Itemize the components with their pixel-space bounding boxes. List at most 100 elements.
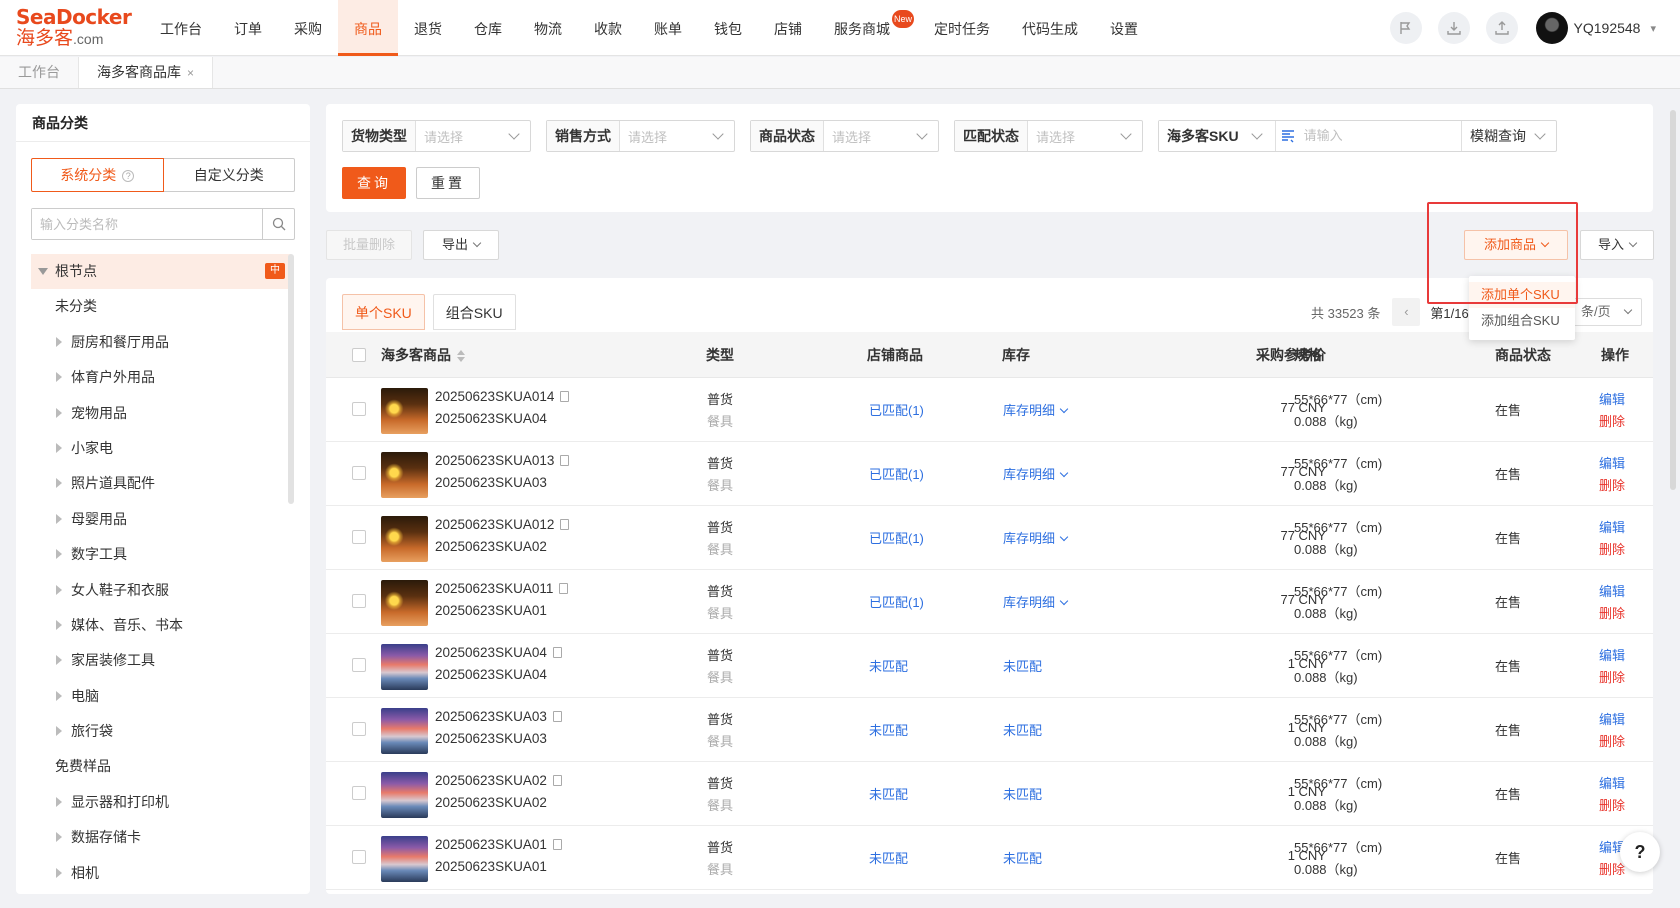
nav-item[interactable]: 店铺 [758,0,818,56]
product-thumbnail[interactable] [381,580,428,626]
delete-link[interactable]: 删除 [1599,411,1625,430]
tree-item[interactable]: 宠物用品 [31,396,291,431]
delete-link[interactable]: 删除 [1599,603,1625,622]
product-thumbnail[interactable] [381,388,428,434]
store-match-link[interactable]: 已匹配(1) [869,464,924,483]
copy-icon[interactable] [560,391,570,402]
category-search-input[interactable] [32,209,262,239]
delete-link[interactable]: 删除 [1599,667,1625,686]
close-icon[interactable]: × [187,66,194,80]
caret-right-icon[interactable] [56,584,62,595]
caret-down-icon[interactable] [38,268,48,275]
copy-icon[interactable] [560,455,570,466]
row-checkbox[interactable] [352,722,366,736]
tree-root[interactable]: 根节点 中 [31,254,291,290]
tree-item[interactable]: 体育户外用品 [31,360,291,395]
system-category-tab[interactable]: 系统分类? [31,158,164,192]
delete-link[interactable]: 删除 [1599,859,1625,878]
chevron-down-icon[interactable]: ▾ [1650,22,1656,35]
sku-code[interactable]: 20250623SKUA03 [435,709,562,724]
product-thumbnail[interactable] [381,516,428,562]
search-icon[interactable] [262,209,294,239]
tree-item[interactable]: 电脑 [31,679,291,714]
delete-link[interactable]: 删除 [1599,475,1625,494]
brand-logo[interactable]: SeaDocker 海多客.com [0,7,132,48]
nav-item[interactable]: 订单 [218,0,278,56]
tree-item[interactable]: 厨房和餐厅用品 [31,325,291,360]
row-checkbox[interactable] [352,850,366,864]
copy-icon[interactable] [552,839,562,850]
caret-right-icon[interactable] [56,726,62,737]
sku-code[interactable]: 20250623SKUA011 [435,581,569,596]
tree-item[interactable]: 相机 [31,856,291,891]
dropdown-item[interactable]: 添加单个SKU [1469,282,1575,308]
nav-item[interactable]: 退货 [398,0,458,56]
caret-right-icon[interactable] [56,690,62,701]
store-match-link[interactable]: 未匹配 [869,784,908,803]
sale-method-filter[interactable]: 销售方式 请选择 [546,120,735,152]
select-all-checkbox[interactable] [352,348,366,362]
tree-item[interactable]: 显示器和打印机 [31,785,291,820]
nav-item[interactable]: 设置 [1094,0,1154,56]
nav-item[interactable]: 代码生成 [1006,0,1094,56]
help-button[interactable]: ? [1620,832,1660,872]
list-icon[interactable] [1276,129,1300,143]
subtab[interactable]: 组合SKU [432,294,516,330]
product-thumbnail[interactable] [381,644,428,690]
match-mode-select[interactable]: 模糊查询 [1462,126,1556,146]
add-product-button[interactable]: 添加商品 [1464,230,1568,260]
nav-item[interactable]: 账单 [638,0,698,56]
sku-code[interactable]: 20250623SKUA02 [435,773,562,788]
stock-link[interactable]: 未匹配 [1003,720,1042,739]
caret-right-icon[interactable] [56,867,62,878]
caret-right-icon[interactable] [56,442,62,453]
nav-item[interactable]: 工作台 [144,0,218,56]
caret-right-icon[interactable] [56,832,62,843]
caret-right-icon[interactable] [56,407,62,418]
cargo-type-filter[interactable]: 货物类型 请选择 [342,120,531,152]
batch-delete-button[interactable]: 批量删除 [326,230,412,260]
delete-link[interactable]: 删除 [1599,795,1625,814]
sort-icon[interactable] [457,350,465,363]
tree-item[interactable]: 媒体、音乐、书本 [31,608,291,643]
sku-code[interactable]: 20250623SKUA04 [435,645,562,660]
copy-icon[interactable] [552,711,562,722]
language-badge[interactable]: 中 [265,263,285,279]
store-match-link[interactable]: 已匹配(1) [869,528,924,547]
caret-right-icon[interactable] [56,372,62,383]
product-thumbnail[interactable] [381,836,428,882]
nav-item[interactable]: 定时任务 [918,0,1006,56]
stock-link[interactable]: 未匹配 [1003,848,1042,867]
tree-item[interactable]: 未分类 [31,289,291,324]
reset-button[interactable]: 重置 [416,167,480,199]
edit-link[interactable]: 编辑 [1599,453,1625,472]
row-checkbox[interactable] [352,658,366,672]
row-checkbox[interactable] [352,786,366,800]
sku-code[interactable]: 20250623SKUA014 [435,389,570,404]
product-thumbnail[interactable] [381,708,428,754]
nav-item[interactable]: 仓库 [458,0,518,56]
caret-right-icon[interactable] [56,796,62,807]
upload-icon[interactable] [1485,12,1518,44]
custom-category-tab[interactable]: 自定义分类 [163,158,295,192]
edit-link[interactable]: 编辑 [1599,517,1625,536]
row-checkbox[interactable] [352,402,366,416]
tree-item[interactable]: 旅行袋 [31,714,291,749]
product-status-filter[interactable]: 商品状态 请选择 [750,120,939,152]
edit-link[interactable]: 编辑 [1599,645,1625,664]
page-tab[interactable]: 海多客商品库 × [79,57,214,88]
sku-code[interactable]: 20250623SKUA01 [435,837,562,852]
caret-right-icon[interactable] [56,619,62,630]
copy-icon[interactable] [552,775,562,786]
tree-item[interactable]: 家居装修工具 [31,643,291,678]
page-scrollbar[interactable] [1670,110,1676,490]
stock-link[interactable]: 未匹配 [1003,656,1042,675]
page-size-select[interactable]: 条/页 [1572,298,1642,326]
nav-item[interactable]: 钱包 [698,0,758,56]
store-match-link[interactable]: 已匹配(1) [869,592,924,611]
copy-icon[interactable] [552,647,562,658]
nav-item[interactable]: 物流 [518,0,578,56]
stock-link[interactable]: 库存明细 [1003,400,1069,419]
export-button[interactable]: 导出 [423,230,499,260]
tree-item[interactable]: 母婴用品 [31,502,291,537]
